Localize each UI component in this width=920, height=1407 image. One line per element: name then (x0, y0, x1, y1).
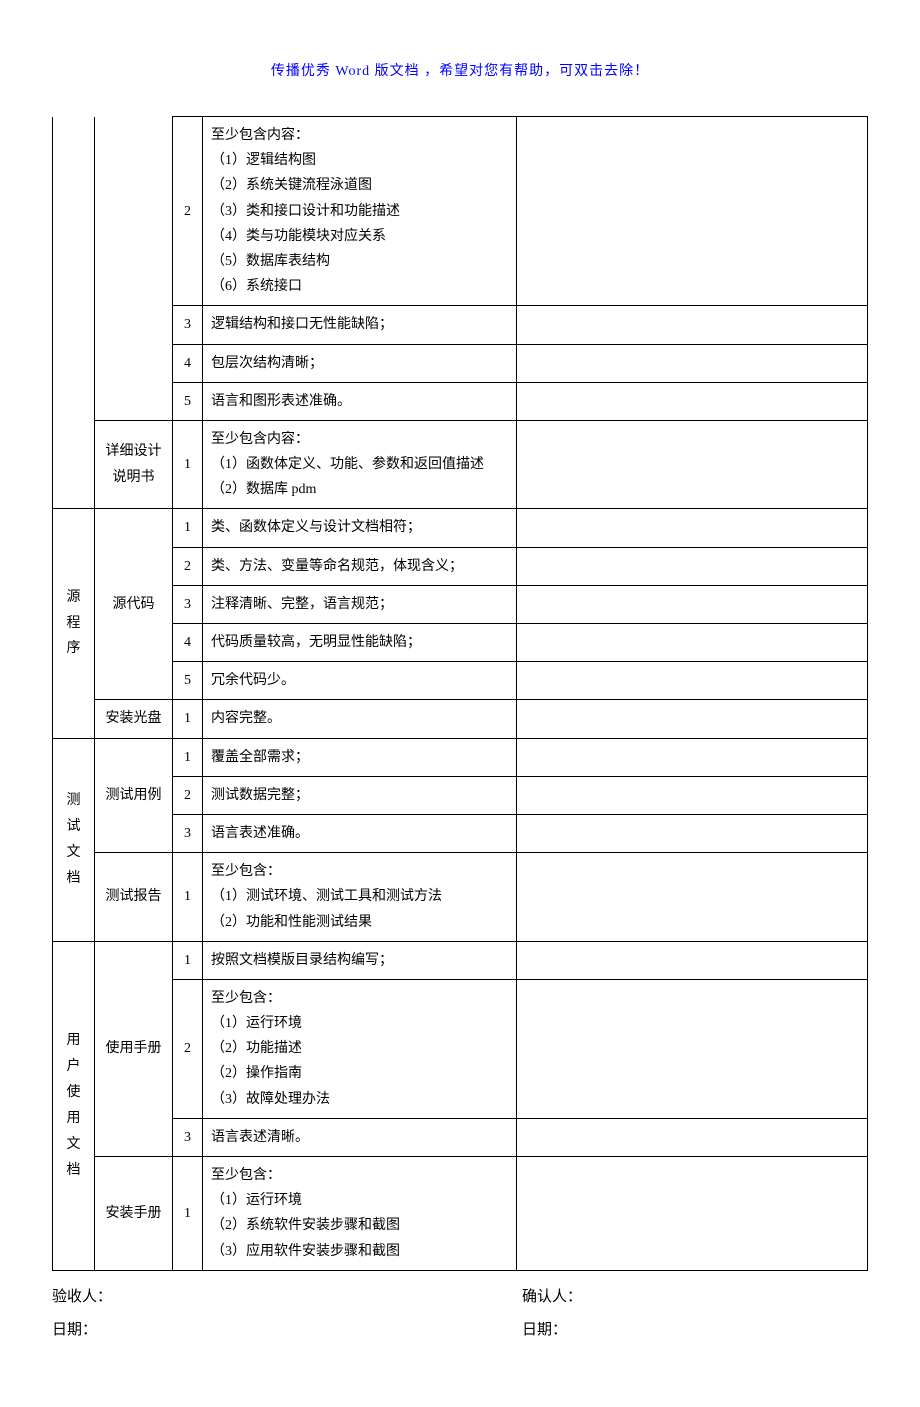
subcategory: 测试用例 (95, 738, 173, 853)
row-number: 2 (173, 117, 203, 306)
row-number: 1 (173, 738, 203, 776)
row-blank (517, 1157, 868, 1271)
row-number: 1 (173, 1157, 203, 1271)
row-desc: 包层次结构清晰； (203, 344, 517, 382)
row-number: 5 (173, 662, 203, 700)
row-number: 1 (173, 941, 203, 979)
row-desc: 注释清晰、完整，语言规范； (203, 585, 517, 623)
row-desc: 语言表述清晰。 (203, 1118, 517, 1156)
table-row: 4 代码质量较高，无明显性能缺陷； (53, 624, 868, 662)
row-desc: 至少包含内容： （1）逻辑结构图 （2）系统关键流程泳道图 （3）类和接口设计和… (203, 117, 517, 306)
category: 源程序 (53, 509, 95, 738)
row-desc: 至少包含： （1）运行环境 （2）功能描述 （2）操作指南 （3）故障处理办法 (203, 979, 517, 1118)
table-row: 3 注释清晰、完整，语言规范； (53, 585, 868, 623)
row-blank (517, 979, 868, 1118)
confirmer-date-label: 日期： (522, 1314, 868, 1347)
table-row: 用户使用文档 使用手册 1 按照文档模版目录结构编写； (53, 941, 868, 979)
row-blank (517, 1118, 868, 1156)
table-row: 2 至少包含： （1）运行环境 （2）功能描述 （2）操作指南 （3）故障处理办… (53, 979, 868, 1118)
row-blank (517, 738, 868, 776)
row-desc: 至少包含： （1）测试环境、测试工具和测试方法 （2）功能和性能测试结果 (203, 853, 517, 942)
row-blank (517, 382, 868, 420)
row-desc: 冗余代码少。 (203, 662, 517, 700)
category: 测试文档 (53, 738, 95, 941)
row-blank (517, 306, 868, 344)
row-blank (517, 776, 868, 814)
row-number: 2 (173, 979, 203, 1118)
row-number: 1 (173, 853, 203, 942)
row-blank (517, 420, 868, 509)
table-row: 测试文档 测试用例 1 覆盖全部需求； (53, 738, 868, 776)
checklist-table: 2 至少包含内容： （1）逻辑结构图 （2）系统关键流程泳道图 （3）类和接口设… (52, 116, 868, 1271)
row-desc: 语言和图形表述准确。 (203, 382, 517, 420)
row-blank (517, 117, 868, 306)
row-number: 1 (173, 700, 203, 738)
table-row: 2 至少包含内容： （1）逻辑结构图 （2）系统关键流程泳道图 （3）类和接口设… (53, 117, 868, 306)
table-row: 安装光盘 1 内容完整。 (53, 700, 868, 738)
subcategory: 安装手册 (95, 1157, 173, 1271)
reviewer-label: 验收人： (52, 1281, 522, 1314)
table-row: 4 包层次结构清晰； (53, 344, 868, 382)
table-row: 3 语言表述准确。 (53, 814, 868, 852)
table-row: 3 逻辑结构和接口无性能缺陷； (53, 306, 868, 344)
table-row: 安装手册 1 至少包含： （1）运行环境 （2）系统软件安装步骤和截图 （3）应… (53, 1157, 868, 1271)
row-number: 3 (173, 1118, 203, 1156)
row-blank (517, 547, 868, 585)
row-desc: 逻辑结构和接口无性能缺陷； (203, 306, 517, 344)
row-number: 3 (173, 306, 203, 344)
row-desc: 内容完整。 (203, 700, 517, 738)
subcategory: 源代码 (95, 509, 173, 700)
subcategory: 测试报告 (95, 853, 173, 942)
row-blank (517, 853, 868, 942)
row-blank (517, 344, 868, 382)
row-number: 3 (173, 585, 203, 623)
subcategory: 安装光盘 (95, 700, 173, 738)
category: 用户使用文档 (53, 941, 95, 1270)
row-blank (517, 585, 868, 623)
row-desc: 至少包含： （1）运行环境 （2）系统软件安装步骤和截图 （3）应用软件安装步骤… (203, 1157, 517, 1271)
row-blank (517, 624, 868, 662)
row-number: 2 (173, 547, 203, 585)
table-row: 测试报告 1 至少包含： （1）测试环境、测试工具和测试方法 （2）功能和性能测… (53, 853, 868, 942)
row-blank (517, 941, 868, 979)
subcategory: 详细设计说明书 (95, 420, 173, 509)
row-desc: 代码质量较高，无明显性能缺陷； (203, 624, 517, 662)
row-number: 1 (173, 420, 203, 509)
table-row: 2 类、方法、变量等命名规范，体现含义； (53, 547, 868, 585)
table-row: 5 冗余代码少。 (53, 662, 868, 700)
row-desc: 语言表述准确。 (203, 814, 517, 852)
row-desc: 类、方法、变量等命名规范，体现含义； (203, 547, 517, 585)
table-row: 5 语言和图形表述准确。 (53, 382, 868, 420)
footer: 验收人： 日期： 确认人： 日期： (52, 1281, 868, 1347)
row-number: 2 (173, 776, 203, 814)
row-desc: 覆盖全部需求； (203, 738, 517, 776)
reviewer-date-label: 日期： (52, 1314, 522, 1347)
row-blank (517, 509, 868, 547)
header-note: 传播优秀 Word 版文档 ，希望对您有帮助，可双击去除！ (52, 60, 868, 80)
row-number: 5 (173, 382, 203, 420)
table-row: 详细设计说明书 1 至少包含内容： （1）函数体定义、功能、参数和返回值描述 （… (53, 420, 868, 509)
row-desc: 按照文档模版目录结构编写； (203, 941, 517, 979)
table-row: 3 语言表述清晰。 (53, 1118, 868, 1156)
row-blank (517, 662, 868, 700)
subcategory: 使用手册 (95, 941, 173, 1156)
confirmer-label: 确认人： (522, 1281, 868, 1314)
row-desc: 至少包含内容： （1）函数体定义、功能、参数和返回值描述 （2）数据库 pdm (203, 420, 517, 509)
row-number: 3 (173, 814, 203, 852)
row-blank (517, 814, 868, 852)
row-desc: 测试数据完整； (203, 776, 517, 814)
table-row: 2 测试数据完整； (53, 776, 868, 814)
table-row: 源程序 源代码 1 类、函数体定义与设计文档相符； (53, 509, 868, 547)
row-number: 1 (173, 509, 203, 547)
row-number: 4 (173, 344, 203, 382)
row-blank (517, 700, 868, 738)
row-number: 4 (173, 624, 203, 662)
row-desc: 类、函数体定义与设计文档相符； (203, 509, 517, 547)
